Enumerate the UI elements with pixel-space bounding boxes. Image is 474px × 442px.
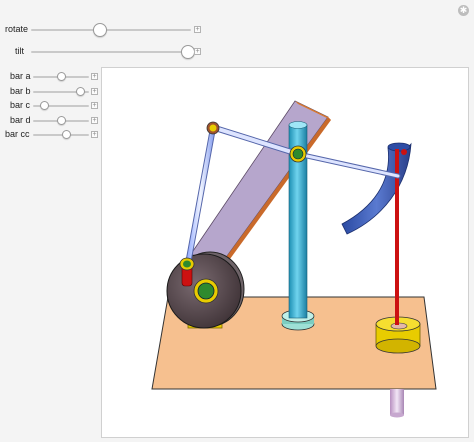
curved-link — [341, 142, 412, 235]
wheel-axle — [197, 282, 215, 300]
bar-cc-slider-track[interactable] — [33, 134, 89, 136]
bar-b-expand-plus-icon[interactable]: + — [91, 88, 98, 95]
bar-c-expand-plus-icon[interactable]: + — [91, 102, 98, 109]
bar-d-expand-plus-icon[interactable]: + — [91, 117, 98, 124]
column-joint-center — [292, 148, 304, 160]
rotate-expand-plus-icon[interactable]: + — [194, 26, 201, 33]
bar-c-label: bar c — [10, 100, 31, 110]
bar-b-link — [296, 152, 400, 178]
tilt-slider-thumb[interactable] — [180, 45, 195, 59]
mechanism-3d-view[interactable] — [101, 67, 469, 438]
bar-b-slider-thumb[interactable] — [76, 87, 86, 96]
rod-top-joint — [401, 149, 407, 155]
settings-gear-icon[interactable]: ✱ — [458, 5, 469, 16]
right-disk-bottom — [375, 338, 421, 354]
rotate-slider-track[interactable] — [31, 29, 191, 31]
tilt-label: tilt — [15, 46, 24, 56]
support-leg-end — [390, 412, 404, 418]
bar-a-expand-plus-icon[interactable]: + — [91, 73, 98, 80]
bar-cc-slider-thumb[interactable] — [62, 130, 72, 139]
crank-joint-center — [183, 260, 191, 268]
bar-a-label: bar a — [10, 71, 31, 81]
tilt-slider-track[interactable] — [31, 51, 191, 53]
rotate-label: rotate — [5, 24, 29, 34]
top-joint-center — [209, 124, 217, 132]
column-top — [288, 121, 308, 129]
bar-cc-expand-plus-icon[interactable]: + — [91, 131, 98, 138]
rotate-slider-thumb[interactable] — [92, 23, 107, 37]
tilt-expand-plus-icon[interactable]: + — [194, 48, 201, 55]
bar-a-slider-thumb[interactable] — [56, 72, 66, 81]
support-leg — [390, 389, 404, 415]
bar-b-label: bar b — [10, 86, 31, 96]
bar-cc-label: bar cc — [5, 129, 30, 139]
bar-d-label: bar d — [10, 115, 31, 125]
bar-d-slider-thumb[interactable] — [56, 116, 66, 125]
bar-c-slider-thumb[interactable] — [39, 101, 49, 110]
mechanism-graphic — [151, 100, 437, 418]
